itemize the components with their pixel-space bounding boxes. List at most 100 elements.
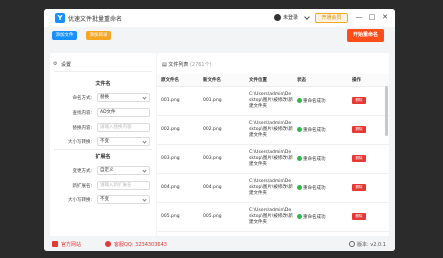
rename-mode-value: 替换 — [100, 95, 109, 100]
find-label: 查找内容: — [72, 111, 92, 116]
info-icon — [349, 241, 355, 247]
success-icon — [297, 126, 302, 132]
minimize-icon[interactable]: — — [354, 12, 364, 23]
status-text: 重命名成功 — [303, 127, 326, 133]
rename-mode-label: 命名方式: — [72, 96, 92, 101]
table-row[interactable]: 002.png 002.png C:\Users\admin\Desktop\图片\… — [157, 115, 389, 145]
status-text: 重命名成功 — [303, 214, 326, 220]
original-name-cell: 001.png — [157, 86, 199, 116]
success-icon — [297, 97, 302, 103]
gear-icon: ⚙ — [53, 61, 58, 67]
new-name-cell: 002.png — [199, 115, 245, 145]
divider — [54, 149, 152, 150]
path-text: C:\Users\admin\Desktop\图片\被修改\新建文件夹 — [249, 91, 293, 109]
case-value: 不变 — [100, 139, 109, 144]
chevron-down-icon — [142, 139, 147, 144]
delete-button[interactable]: 删除 — [352, 213, 366, 220]
new-name-cell: 004.png — [199, 173, 245, 203]
official-site-link[interactable]: 官方网站 — [61, 241, 81, 248]
delete-button[interactable]: 删除 — [352, 97, 366, 104]
path-cell: C:\Users\admin\Desktop\图片\被修改\新建文件夹 — [245, 144, 293, 174]
scrollbar[interactable] — [385, 86, 388, 136]
file-list-panel: ▤ 文件列表 (2761个) 原文件名 新文件名 文件位置 状态 操作 001.… — [157, 53, 389, 236]
path-text: C:\Users\admin\Desktop\图片\被修改\新建文件夹 — [249, 149, 293, 167]
ext-case-select[interactable]: 不变 — [97, 195, 150, 204]
add-files-button[interactable]: 添加文件 — [52, 31, 77, 40]
settings-header: 设置 — [61, 62, 72, 68]
status-text: 重命名成功 — [303, 185, 326, 191]
support-qq-link[interactable]: 客服QQ: 3234303643 — [114, 241, 167, 248]
chevron-down-icon — [142, 95, 147, 100]
column-header: 原文件名 — [157, 74, 199, 87]
user-icon[interactable] — [274, 14, 281, 21]
path-cell: C:\Users\admin\Desktop\图片\被修改\新建文件夹 — [245, 231, 293, 236]
column-header: 操作 — [348, 74, 389, 87]
table-row[interactable]: 004.png 004.png C:\Users\admin\Desktop\图片\… — [157, 173, 389, 203]
action-cell: 删除 — [348, 144, 389, 174]
path-text: C:\Users\admin\Desktop\图片\被修改\新建文件夹 — [249, 120, 293, 138]
new-name-cell: 006.png — [199, 231, 245, 236]
path-cell: C:\Users\admin\Desktop\图片\被修改\新建文件夹 — [245, 173, 293, 203]
maximize-icon[interactable]: □ — [367, 12, 377, 23]
file-table: 原文件名 新文件名 文件位置 状态 操作 001.png 001.png C:\Us… — [157, 74, 389, 236]
action-cell: 删除 — [348, 115, 389, 145]
qq-icon — [105, 241, 111, 247]
new-name-cell: 003.png — [199, 144, 245, 174]
ext-mode-label: 变更方式: — [72, 169, 92, 174]
success-icon — [297, 155, 302, 161]
status-text: 重命名成功 — [303, 98, 326, 104]
original-name-cell: 006.png — [157, 231, 199, 236]
replace-label: 替换内容: — [72, 126, 92, 131]
add-folder-button[interactable]: 添加目录 — [86, 31, 111, 40]
login-status[interactable]: 未登录 — [283, 14, 298, 21]
original-name-cell: 003.png — [157, 144, 199, 174]
find-input[interactable]: AD文件 — [97, 108, 150, 117]
delete-button[interactable]: 删除 — [352, 155, 366, 162]
chevron-down-icon[interactable] — [304, 14, 310, 20]
table-header-row: 原文件名 新文件名 文件位置 状态 操作 — [157, 74, 389, 87]
file-list-header: ▤ 文件列表 (2761个) — [162, 61, 212, 68]
table-row[interactable]: 003.png 003.png C:\Users\admin\Desktop\图片\… — [157, 144, 389, 174]
path-cell: C:\Users\admin\Desktop\图片\被修改\新建文件夹 — [245, 202, 293, 232]
delete-button[interactable]: 删除 — [352, 126, 366, 133]
ext-mode-select[interactable]: 自定义 — [97, 166, 150, 175]
list-icon: ▤ — [162, 62, 167, 68]
ext-case-value: 不变 — [100, 197, 109, 202]
column-header: 状态 — [293, 74, 348, 87]
start-rename-button[interactable]: 开始重命名 — [347, 29, 384, 42]
replace-input[interactable]: 请输入替换内容 — [97, 123, 150, 132]
ext-case-label: 大小写转换: — [67, 198, 92, 203]
original-name-cell: 002.png — [157, 115, 199, 145]
path-text: C:\Users\admin\Desktop\图片\被修改\新建文件夹 — [249, 207, 293, 225]
rename-mode-select[interactable]: 替换 — [97, 93, 150, 102]
table-row[interactable]: 005.png 005.png C:\Users\admin\Desktop\图片\… — [157, 202, 389, 232]
new-ext-label: 新扩展名: — [72, 184, 92, 189]
vip-button[interactable]: 开通会员 — [315, 13, 348, 23]
new-ext-input[interactable]: 请输入新扩展名 — [97, 181, 150, 190]
action-cell: 删除 — [348, 231, 389, 236]
close-icon[interactable]: ✕ — [380, 12, 390, 23]
divider — [54, 71, 152, 72]
chevron-down-icon — [142, 197, 147, 202]
case-label: 大小写转换: — [67, 140, 92, 145]
delete-button[interactable]: 删除 — [352, 184, 366, 191]
original-name-cell: 004.png — [157, 173, 199, 203]
status-bar: 官方网站 客服QQ: 3234303643 版本: v2.0.1 — [44, 237, 395, 251]
title-bar: Y 优速文件批量重命名 未登录 开通会员 — □ ✕ — [44, 9, 395, 27]
status-cell: 重命名成功 — [293, 173, 348, 203]
path-cell: C:\Users\admin\Desktop\图片\被修改\新建文件夹 — [245, 86, 293, 116]
table-row[interactable]: 006.png006.pngC:\Users\admin\Desktop\图片\… — [157, 231, 389, 236]
new-name-cell: 005.png — [199, 202, 245, 232]
status-text: 重命名成功 — [303, 156, 326, 162]
success-icon — [297, 213, 302, 219]
file-count: (2761个) — [189, 62, 212, 68]
action-cell: 删除 — [348, 173, 389, 203]
status-cell: 重命名成功 — [293, 202, 348, 232]
success-icon — [297, 184, 302, 190]
new-name-cell: 001.png — [199, 86, 245, 116]
table-row[interactable]: 001.png 001.png C:\Users\admin\Desktop\图片\… — [157, 86, 389, 116]
column-header: 新文件名 — [199, 74, 245, 87]
ext-mode-value: 自定义 — [100, 168, 114, 173]
case-select[interactable]: 不变 — [97, 137, 150, 146]
app-logo-icon: Y — [55, 13, 65, 23]
